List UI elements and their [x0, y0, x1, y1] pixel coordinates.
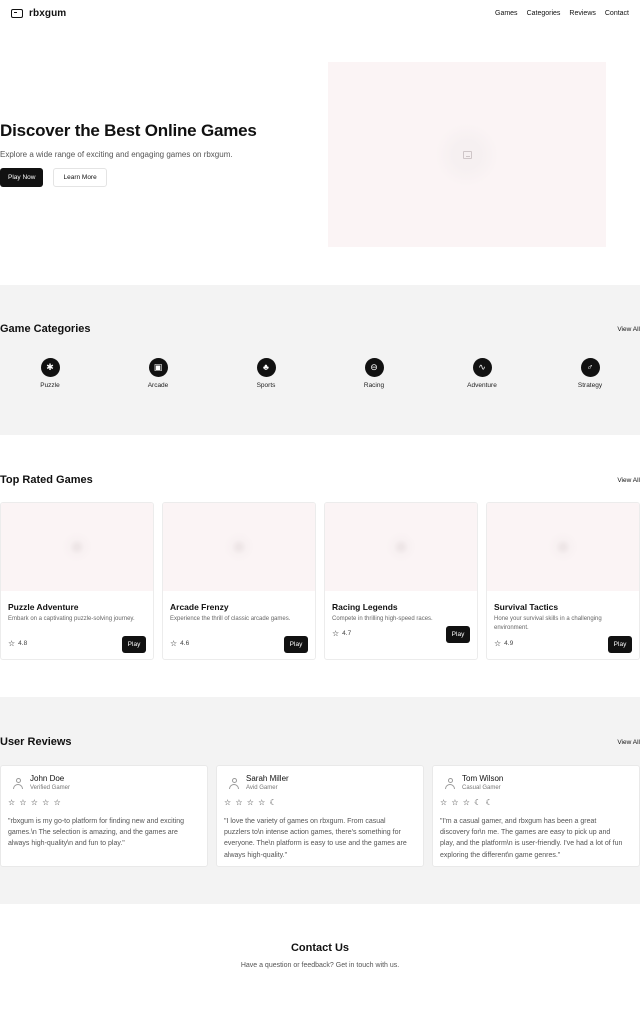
- game-description: Compete in thrilling high-speed races.: [332, 616, 433, 622]
- rating-stars: ☆ ☆ ☆ ☾ ☾: [440, 798, 494, 807]
- learn-more-button[interactable]: Learn More: [53, 168, 107, 187]
- racing-icon: ⊖: [364, 358, 384, 377]
- brand[interactable]: rbxgum: [11, 8, 66, 19]
- reviews-view-all[interactable]: View All: [617, 739, 640, 746]
- game-card-arcade-frenzy: Arcade Frenzy Experience the thrill of c…: [162, 502, 316, 660]
- reviewer-name: John Doe: [30, 774, 65, 783]
- puzzle-icon: ✱: [40, 358, 60, 377]
- categories-view-all[interactable]: View All: [617, 326, 640, 333]
- rating-value: 4.9: [504, 640, 514, 647]
- reviewer-name: Tom Wilson: [462, 774, 504, 783]
- review-card-john-doe: John Doe Verified Gamer ☆ ☆ ☆ ☆ ☆ "rbxgu…: [0, 765, 208, 867]
- play-button[interactable]: Play: [284, 636, 308, 653]
- nav-games[interactable]: Games: [495, 10, 518, 17]
- hero-title: Discover the Best Online Games: [0, 121, 257, 140]
- top-rated-view-all[interactable]: View All: [617, 477, 640, 484]
- play-button[interactable]: Play: [446, 626, 470, 643]
- game-thumbnail: [325, 503, 477, 591]
- category-label: Racing: [363, 382, 385, 389]
- game-rating: ☆ 4.8: [8, 639, 27, 648]
- contact-title: Contact Us: [290, 942, 350, 954]
- category-label: Puzzle: [40, 382, 60, 389]
- category-adventure[interactable]: ∿ Adventure: [452, 358, 512, 389]
- hero-image-glow: [435, 122, 499, 187]
- reviews-title: User Reviews: [0, 736, 72, 748]
- game-title: Puzzle Adventure: [8, 602, 79, 612]
- game-description: Hone your survival skills in a challengi…: [494, 616, 602, 631]
- category-strategy[interactable]: ♂ Strategy: [560, 358, 620, 389]
- play-button[interactable]: Play: [608, 636, 632, 653]
- rating-stars: ☆ ☆ ☆ ☆ ☆: [8, 798, 62, 807]
- thumbnail-glow: [545, 529, 581, 565]
- game-rating: ☆ 4.9: [494, 639, 513, 648]
- gamepad-icon: [11, 8, 23, 18]
- main-nav: Games Categories Reviews Contact: [495, 10, 629, 17]
- thumbnail-glow: [221, 529, 257, 565]
- strategy-icon: ♂: [580, 358, 600, 377]
- nav-reviews[interactable]: Reviews: [569, 10, 595, 17]
- game-thumbnail: [487, 503, 639, 591]
- rating-stars: ☆ ☆ ☆ ☆ ☾: [224, 798, 278, 807]
- game-rating: ☆ 4.7: [332, 629, 351, 638]
- site-header: rbxgum Games Categories Reviews Contact: [0, 0, 640, 26]
- game-thumbnail: [1, 503, 153, 591]
- nav-contact[interactable]: Contact: [605, 10, 629, 17]
- review-card-sarah-miller: Sarah Miller Avid Gamer ☆ ☆ ☆ ☆ ☾ "I lov…: [216, 765, 424, 867]
- play-button[interactable]: Play: [122, 636, 146, 653]
- category-label: Arcade: [147, 382, 169, 389]
- category-label: Sports: [256, 382, 276, 389]
- category-arcade[interactable]: ▣ Arcade: [128, 358, 188, 389]
- hero-image: [328, 62, 606, 247]
- review-text: "I love the variety of games on rbxgum. …: [224, 818, 407, 859]
- star-icon: ☆: [8, 639, 16, 648]
- game-card-racing-legends: Racing Legends Compete in thrilling high…: [324, 502, 478, 660]
- game-title: Arcade Frenzy: [170, 602, 229, 612]
- contact-subtitle: Have a question or feedback? Get in touc…: [240, 962, 400, 969]
- top-rated-title: Top Rated Games: [0, 474, 93, 486]
- adventure-icon: ∿: [472, 358, 492, 377]
- game-description: Embark on a captivating puzzle-solving j…: [8, 616, 135, 622]
- reviewer-role: Casual Gamer: [462, 785, 501, 791]
- categories-title: Game Categories: [0, 323, 91, 335]
- reviewer-name: Sarah Miller: [246, 774, 289, 783]
- category-racing[interactable]: ⊖ Racing: [344, 358, 404, 389]
- rating-value: 4.6: [180, 640, 190, 647]
- game-description: Experience the thrill of classic arcade …: [170, 616, 291, 622]
- category-list: ✱ Puzzle ▣ Arcade ♣ Sports ⊖ Racing ∿ Ad…: [0, 358, 640, 394]
- sports-icon: ♣: [256, 358, 276, 377]
- star-icon: ☆: [494, 639, 502, 648]
- image-placeholder-icon: [462, 150, 472, 159]
- game-card-survival-tactics: Survival Tactics Hone your survival skil…: [486, 502, 640, 660]
- user-icon: [445, 778, 455, 790]
- user-icon: [13, 778, 23, 790]
- user-icon: [229, 778, 239, 790]
- play-now-button[interactable]: Play Now: [0, 168, 44, 187]
- star-icon: ☆: [170, 639, 178, 648]
- reviewer-role: Avid Gamer: [246, 785, 278, 791]
- game-title: Survival Tactics: [494, 602, 559, 612]
- category-sports[interactable]: ♣ Sports: [236, 358, 296, 389]
- rating-value: 4.7: [342, 630, 352, 637]
- game-title: Racing Legends: [332, 602, 398, 612]
- nav-categories[interactable]: Categories: [527, 10, 561, 17]
- arcade-icon: ▣: [148, 358, 168, 377]
- rating-value: 4.8: [18, 640, 28, 647]
- game-card-puzzle-adventure: Puzzle Adventure Embark on a captivating…: [0, 502, 154, 660]
- game-rating: ☆ 4.6: [170, 639, 189, 648]
- star-icon: ☆: [332, 629, 340, 638]
- thumbnail-glow: [59, 529, 95, 565]
- category-label: Adventure: [467, 382, 497, 389]
- category-puzzle[interactable]: ✱ Puzzle: [20, 358, 80, 389]
- hero-subtitle: Explore a wide range of exciting and eng…: [0, 150, 233, 159]
- review-text: "I'm a casual gamer, and rbxgum has been…: [440, 818, 623, 859]
- category-label: Strategy: [577, 382, 603, 389]
- hero-actions: Play Now Learn More: [0, 168, 107, 187]
- game-thumbnail: [163, 503, 315, 591]
- brand-name: rbxgum: [29, 7, 67, 19]
- review-card-tom-wilson: Tom Wilson Casual Gamer ☆ ☆ ☆ ☾ ☾ "I'm a…: [432, 765, 640, 867]
- review-text: "rbxgum is my go-to platform for finding…: [8, 818, 185, 848]
- thumbnail-glow: [383, 529, 419, 565]
- reviewer-role: Verified Gamer: [30, 785, 71, 791]
